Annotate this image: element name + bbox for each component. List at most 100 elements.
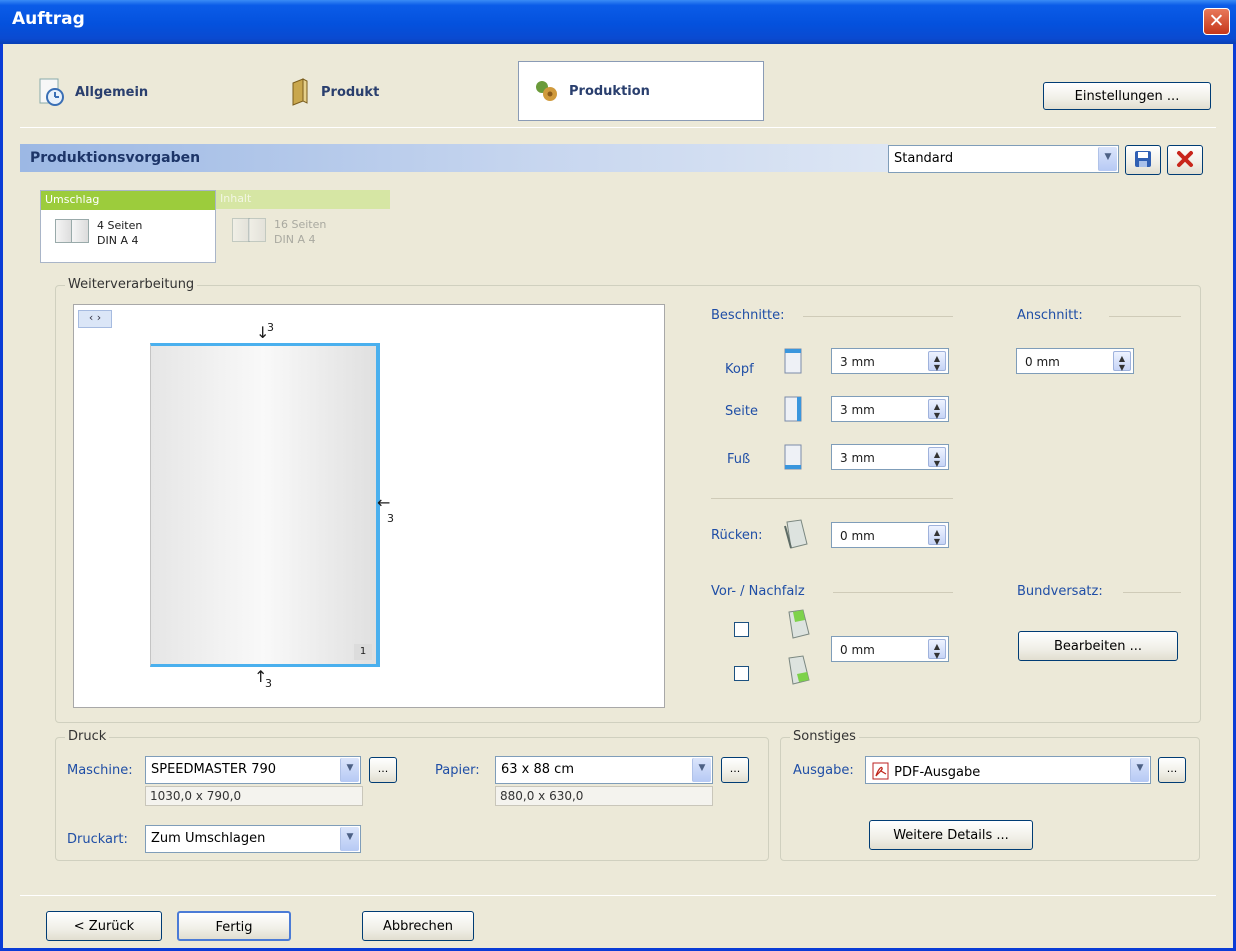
ausgabe-select[interactable]: PDF-Ausgabe ▼: [865, 756, 1151, 784]
spinner-icon[interactable]: ▲ ▼: [1113, 351, 1131, 372]
save-preset-button[interactable]: [1125, 145, 1161, 175]
falz-rule: [833, 592, 953, 593]
ruecken-value: 0 mm: [840, 529, 875, 543]
tab-produktion-label: Produktion: [569, 83, 650, 99]
arrow-left-icon: ←: [377, 493, 391, 512]
cancel-button[interactable]: Abbrechen: [362, 911, 474, 941]
druck-title: Druck: [65, 729, 110, 744]
dialog-window: Auftrag ✕ Allgemein Produkt Produktion E…: [0, 0, 1236, 951]
settings-button[interactable]: Einstellungen ...: [1043, 82, 1211, 110]
part-format-umschlag: DIN A 4: [97, 234, 139, 247]
clock-document-icon: [39, 78, 64, 106]
chevron-down-icon[interactable]: ▼: [340, 758, 359, 782]
trim-top-value: 3: [267, 321, 274, 334]
window-title: Auftrag: [12, 9, 85, 29]
ausgabe-more-button[interactable]: ...: [1158, 757, 1186, 783]
maschine-value: SPEEDMASTER 790: [151, 762, 277, 777]
spinner-icon[interactable]: ▲ ▼: [928, 525, 946, 546]
part-card-umschlag[interactable]: Umschlag 4 Seiten DIN A 4: [40, 190, 216, 263]
ruecken-input[interactable]: 0 mm ▲ ▼: [831, 522, 949, 548]
druckart-select[interactable]: Zum Umschlagen ▼: [145, 825, 361, 853]
close-icon[interactable]: ✕: [1203, 8, 1230, 35]
maschine-label: Maschine:: [67, 763, 133, 778]
chevron-down-icon[interactable]: ▼: [340, 827, 359, 851]
kopf-value: 3 mm: [840, 355, 875, 369]
trim-bottom-value: 3: [265, 677, 272, 690]
tab-produkt-label: Produkt: [321, 84, 380, 100]
back-button[interactable]: < Zurück: [46, 911, 162, 941]
beschnitte-rule: [803, 316, 953, 317]
tab-produkt[interactable]: Produkt: [289, 62, 489, 122]
page-top-trim-icon: [784, 348, 802, 374]
vorfalz-checkbox[interactable]: [734, 622, 749, 637]
tab-allgemein-label: Allgemein: [75, 84, 149, 100]
spinner-icon[interactable]: ▲ ▼: [928, 399, 946, 420]
part-header-umschlag: Umschlag: [41, 191, 215, 210]
chevron-down-icon[interactable]: ▼: [1098, 147, 1117, 171]
bundversatz-label: Bundversatz:: [1017, 584, 1103, 599]
pdf-icon: [872, 762, 889, 780]
preview-nav-button[interactable]: ‹ ›: [78, 310, 112, 328]
floppy-disk-icon: [1135, 151, 1151, 167]
spinner-icon[interactable]: ▲ ▼: [928, 447, 946, 468]
nachfalz-checkbox[interactable]: [734, 666, 749, 681]
anschnitt-rule: [1109, 316, 1181, 317]
trim-preview: ‹ › 1 ↓ 3 ← 3 ↑ 3: [73, 304, 665, 708]
papier-more-button[interactable]: ...: [721, 757, 749, 783]
page-side-trim-icon: [784, 396, 802, 422]
delete-preset-button[interactable]: [1167, 145, 1203, 175]
maschine-select[interactable]: SPEEDMASTER 790 ▼: [145, 756, 361, 784]
top-separator: [20, 127, 1216, 128]
fuss-input[interactable]: 3 mm ▲ ▼: [831, 444, 949, 470]
bearbeiten-button[interactable]: Bearbeiten ...: [1018, 631, 1178, 661]
anschnitt-label: Anschnitt:: [1017, 308, 1083, 323]
maschine-more-button[interactable]: ...: [369, 757, 397, 783]
delete-x-icon: [1177, 151, 1193, 167]
spine-icon: [784, 519, 808, 549]
beschnitte-label: Beschnitte:: [711, 308, 785, 323]
druckart-value: Zum Umschlagen: [151, 831, 266, 846]
part-card-inhalt[interactable]: Inhalt 16 Seiten DIN A 4: [216, 190, 390, 263]
kopf-label: Kopf: [725, 362, 754, 377]
falz-value: 0 mm: [840, 643, 875, 657]
spinner-icon[interactable]: ▲ ▼: [928, 351, 946, 372]
part-pages-umschlag: 4 Seiten: [97, 219, 143, 232]
maschine-size: 1030,0 x 790,0: [145, 786, 363, 806]
part-format-inhalt: DIN A 4: [274, 233, 316, 246]
weiterverarbeitung-title: Weiterverarbeitung: [65, 277, 198, 292]
front-fold-icon: [788, 609, 810, 639]
book-icon: [292, 78, 308, 106]
preset-select[interactable]: Standard ▼: [888, 145, 1119, 173]
finish-button[interactable]: Fertig: [177, 911, 291, 941]
seite-value: 3 mm: [840, 403, 875, 417]
part-pages-inhalt: 16 Seiten: [274, 218, 327, 231]
title-bar[interactable]: Auftrag ✕: [0, 0, 1236, 44]
sonstiges-title: Sonstiges: [790, 729, 859, 744]
anschnitt-input[interactable]: 0 mm ▲ ▼: [1016, 348, 1134, 374]
bottom-separator: [20, 895, 1216, 896]
trim-divider: [711, 498, 953, 499]
page-number: 1: [354, 644, 372, 660]
pages-icon: [71, 219, 89, 243]
chevron-down-icon[interactable]: ▼: [692, 758, 711, 782]
page-preview: 1: [150, 343, 380, 667]
seite-input[interactable]: 3 mm ▲ ▼: [831, 396, 949, 422]
weitere-details-button[interactable]: Weitere Details ...: [869, 820, 1033, 850]
seite-label: Seite: [725, 404, 758, 419]
chevron-down-icon[interactable]: ▼: [1130, 758, 1149, 782]
anschnitt-value: 0 mm: [1025, 355, 1060, 369]
falz-input[interactable]: 0 mm ▲ ▼: [831, 636, 949, 662]
trim-right-value: 3: [387, 512, 394, 525]
spinner-icon[interactable]: ▲ ▼: [928, 639, 946, 660]
fuss-value: 3 mm: [840, 451, 875, 465]
back-fold-icon: [788, 655, 810, 685]
tab-produktion[interactable]: Produktion: [518, 61, 764, 121]
ausgabe-label: Ausgabe:: [793, 763, 854, 778]
papier-select[interactable]: 63 x 88 cm ▼: [495, 756, 713, 784]
druckart-label: Druckart:: [67, 832, 128, 847]
ruecken-label: Rücken:: [711, 528, 763, 543]
kopf-input[interactable]: 3 mm ▲ ▼: [831, 348, 949, 374]
papier-size: 880,0 x 630,0: [495, 786, 713, 806]
tab-allgemein[interactable]: Allgemein: [37, 62, 237, 122]
pages-icon: [248, 218, 266, 242]
